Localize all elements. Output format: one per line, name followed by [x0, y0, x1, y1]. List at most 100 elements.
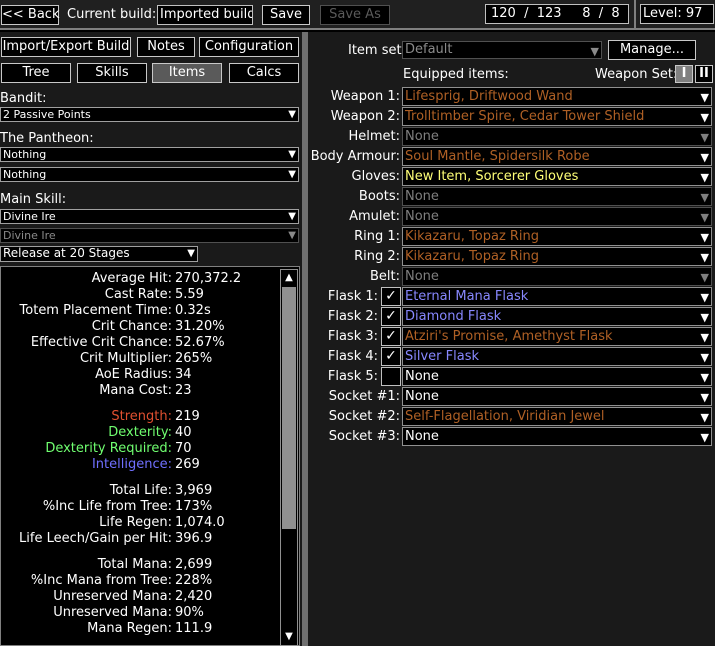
- stage-dropdown[interactable]: Release at 20 Stages ▼: [0, 246, 198, 262]
- scroll-up-icon[interactable]: ▲: [281, 270, 297, 286]
- flask-slot-dropdown[interactable]: None ▼: [402, 367, 712, 386]
- chevron-down-icon: ▼: [700, 311, 709, 324]
- jewel-socket-label: Socket #3:: [328, 429, 400, 444]
- configuration-button[interactable]: Configuration: [199, 37, 299, 57]
- weapon-set-2-button[interactable]: II: [695, 65, 713, 83]
- flask-active-checkbox[interactable]: ✓: [381, 287, 401, 306]
- equipment-slot-label: Ring 2:: [354, 249, 400, 264]
- equipment-slot-dropdown[interactable]: Kikazaru, Topaz Ring ▼: [402, 227, 712, 246]
- flask-slot-label: Flask 1:: [327, 289, 378, 304]
- equipment-slot-dropdown[interactable]: None ▼: [402, 267, 712, 286]
- equipment-slot-label: Amulet:: [349, 209, 400, 224]
- stat-value: 270,372.2: [175, 271, 242, 286]
- flask-active-checkbox[interactable]: [381, 367, 401, 386]
- equipment-slot-dropdown[interactable]: Soul Mantle, Spidersilk Robe ▼: [402, 147, 712, 166]
- stat-label: Life Leech/Gain per Hit:: [19, 531, 172, 546]
- bandit-label: Bandit:: [0, 91, 47, 106]
- scrollbar-thumb[interactable]: [282, 287, 296, 529]
- jewel-socket-dropdown[interactable]: Self-Flagellation, Viridian Jewel ▼: [402, 407, 712, 426]
- equipment-slot-dropdown[interactable]: None ▼: [402, 127, 712, 146]
- notes-button[interactable]: Notes: [137, 37, 195, 57]
- stat-label: Totem Placement Time:: [19, 303, 172, 318]
- stat-value: 40: [175, 425, 192, 440]
- tab-tree[interactable]: Tree: [1, 63, 71, 83]
- stat-label: Life Regen:: [99, 515, 172, 530]
- equipment-slot-label: Weapon 1:: [330, 89, 400, 104]
- stat-label: Effective Crit Chance:: [30, 335, 172, 350]
- equipment-slot-value: Soul Mantle, Spidersilk Robe: [405, 149, 590, 164]
- flask-slot-dropdown[interactable]: Eternal Mana Flask ▼: [402, 287, 712, 306]
- jewel-socket-dropdown[interactable]: None ▼: [402, 427, 712, 446]
- manage-button[interactable]: Manage...: [608, 40, 696, 60]
- equipment-slot-dropdown[interactable]: Lifesprig, Driftwood Wand ▼: [402, 87, 712, 106]
- weapon-set-1-button[interactable]: I: [675, 65, 693, 83]
- scroll-down-icon[interactable]: ▼: [281, 629, 297, 645]
- main-skill-value: Divine Ire: [3, 210, 56, 223]
- stat-value: 31.20%: [175, 319, 225, 334]
- equipment-slot-dropdown[interactable]: New Item, Sorcerer Gloves ▼: [402, 167, 712, 186]
- chevron-down-icon: ▼: [700, 431, 709, 444]
- flask-slot-value: Silver Flask: [405, 349, 480, 364]
- weapon-set-label: Weapon Set:: [595, 67, 678, 82]
- equipment-slot-dropdown[interactable]: Trolltimber Spire, Cedar Tower Shield ▼: [402, 107, 712, 126]
- flask-slot-dropdown[interactable]: Diamond Flask ▼: [402, 307, 712, 326]
- item-set-value: Default: [405, 42, 453, 57]
- stat-label: Average Hit:: [91, 271, 172, 286]
- flask-slot-dropdown[interactable]: Atziri's Promise, Amethyst Flask ▼: [402, 327, 712, 346]
- stat-label: Strength:: [111, 409, 172, 424]
- flask-active-checkbox[interactable]: ✓: [381, 327, 401, 346]
- chevron-down-icon: ▼: [288, 109, 296, 120]
- stat-label: Mana Cost:: [99, 383, 172, 398]
- chevron-down-icon: ▼: [288, 169, 296, 180]
- stat-value: 23: [175, 383, 192, 398]
- import-export-button[interactable]: Import/Export Build: [1, 37, 131, 57]
- stat-label: Intelligence:: [91, 457, 172, 472]
- equipment-slot-value: Lifesprig, Driftwood Wand: [405, 89, 573, 104]
- flask-slot-dropdown[interactable]: Silver Flask ▼: [402, 347, 712, 366]
- tab-calcs[interactable]: Calcs: [229, 63, 299, 83]
- stat-label: Dexterity Required:: [45, 441, 172, 456]
- save-button[interactable]: Save: [262, 5, 310, 25]
- stat-label: %Inc Mana from Tree:: [30, 573, 172, 588]
- pantheon-minor-value: Nothing: [3, 168, 47, 181]
- jewel-socket-value: Self-Flagellation, Viridian Jewel: [405, 409, 605, 424]
- equipment-slot-label: Ring 1:: [354, 229, 400, 244]
- pantheon-minor-dropdown[interactable]: Nothing ▼: [0, 167, 299, 182]
- stat-value: 90%: [175, 605, 204, 620]
- equipment-slot-dropdown[interactable]: Kikazaru, Topaz Ring ▼: [402, 247, 712, 266]
- jewel-socket-dropdown[interactable]: None ▼: [402, 387, 712, 406]
- jewel-socket-label: Socket #2:: [328, 409, 400, 424]
- main-skill-dropdown[interactable]: Divine Ire ▼: [0, 209, 299, 224]
- flask-slot-value: None: [405, 369, 439, 384]
- build-name-field[interactable]: Imported build: [157, 5, 253, 25]
- flask-active-checkbox[interactable]: ✓: [381, 347, 401, 366]
- bandit-dropdown[interactable]: 2 Passive Points ▼: [0, 107, 299, 122]
- stat-label: Dexterity:: [108, 425, 172, 440]
- equipment-slot-dropdown[interactable]: None ▼: [402, 187, 712, 206]
- equipment-slot-dropdown[interactable]: None ▼: [402, 207, 712, 226]
- stage-value: Release at 20 Stages: [3, 246, 130, 260]
- stat-value: 34: [175, 367, 192, 382]
- points-display: 120 / 123 8 / 8: [485, 4, 629, 24]
- chevron-down-icon: ▼: [700, 151, 709, 164]
- sub-skill-dropdown: Divine Ire ▼: [0, 228, 299, 243]
- flask-slot-label: Flask 3:: [327, 329, 378, 344]
- item-set-dropdown[interactable]: Default ▼: [402, 41, 602, 59]
- equipment-slot-label: Helmet:: [348, 129, 400, 144]
- level-display[interactable]: Level: 97: [640, 4, 714, 24]
- pantheon-major-dropdown[interactable]: Nothing ▼: [0, 147, 299, 162]
- chevron-down-icon: ▼: [590, 45, 599, 58]
- chevron-down-icon: ▼: [700, 391, 709, 404]
- tab-skills[interactable]: Skills: [77, 63, 147, 83]
- flask-slot-label: Flask 4:: [327, 349, 378, 364]
- equipment-slot-value: Kikazaru, Topaz Ring: [405, 229, 540, 244]
- chevron-down-icon: ▼: [700, 91, 709, 104]
- stat-value: 219: [175, 409, 200, 424]
- stat-value: 52.67%: [175, 335, 225, 350]
- back-button[interactable]: << Back: [1, 5, 59, 25]
- flask-active-checkbox[interactable]: ✓: [381, 307, 401, 326]
- tab-items[interactable]: Items: [152, 63, 222, 83]
- chevron-down-icon: ▼: [700, 411, 709, 424]
- pantheon-label: The Pantheon:: [0, 131, 94, 146]
- equipment-slot-label: Belt:: [369, 269, 400, 284]
